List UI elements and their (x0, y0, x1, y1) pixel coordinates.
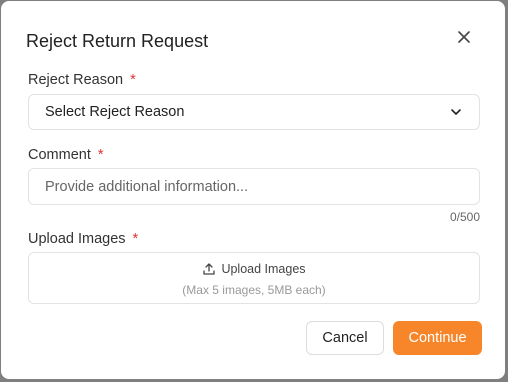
cancel-button[interactable]: Cancel (306, 321, 384, 355)
comment-label-text: Comment (28, 147, 91, 163)
upload-images-label-text: Upload Images (28, 231, 126, 247)
reject-reason-label-text: Reject Reason (28, 72, 124, 88)
reject-reason-select[interactable]: Select Reject Reason (28, 94, 480, 130)
chevron-down-icon (451, 109, 461, 115)
continue-button[interactable]: Continue (393, 321, 482, 355)
upload-hint: (Max 5 images, 5MB each) (182, 283, 326, 297)
reject-reason-selected-value: Select Reject Reason (45, 104, 185, 120)
upload-button-text: Upload Images (221, 262, 306, 276)
required-marker: * (97, 147, 104, 163)
comment-label: Comment * (28, 147, 104, 163)
upload-button-row: Upload Images (29, 262, 479, 276)
reject-return-dialog: Reject Return Request Reject Reason * Sel… (1, 1, 505, 379)
required-marker: * (132, 231, 139, 247)
reject-reason-label: Reject Reason * (28, 72, 136, 88)
close-button[interactable] (452, 25, 476, 49)
dialog-title: Reject Return Request (26, 31, 209, 51)
required-marker: * (130, 72, 136, 88)
upload-images-dropzone[interactable]: Upload Images (Max 5 images, 5MB each) (28, 252, 480, 304)
upload-images-label: Upload Images * (28, 231, 138, 247)
upload-icon (203, 263, 216, 275)
close-icon (458, 31, 470, 43)
character-counter: 0/500 (449, 210, 480, 224)
comment-input[interactable] (28, 168, 480, 205)
